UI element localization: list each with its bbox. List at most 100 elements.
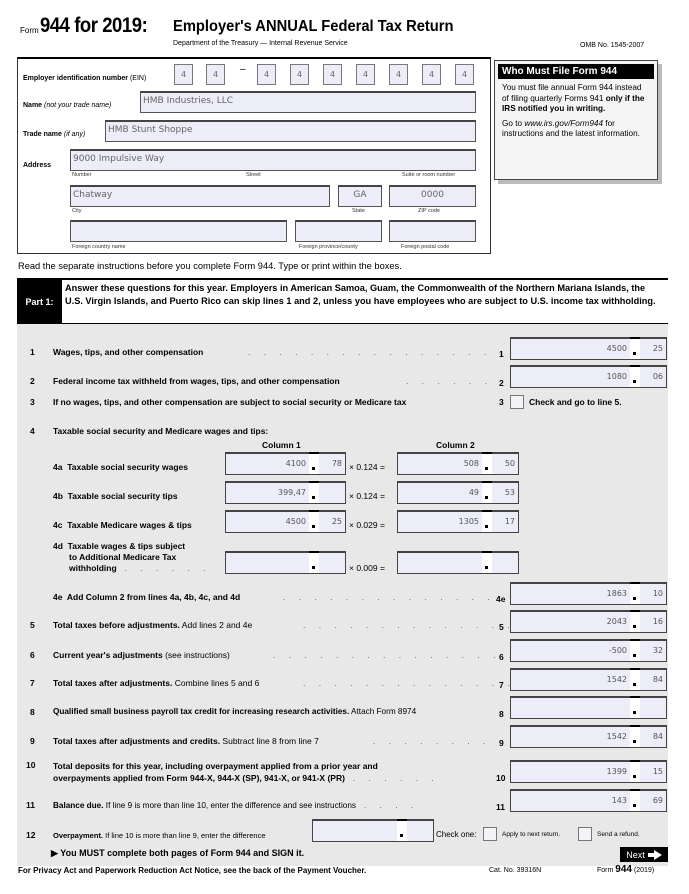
ein-digit-7[interactable]: 4 (389, 64, 408, 85)
ein-label: Employer identification number (EIN) (23, 75, 147, 82)
line4a-col1-field[interactable]: 4100 78 (225, 452, 346, 475)
line6-ref: 6 (499, 652, 504, 662)
line4e-amount-field[interactable]: 1863 10 (510, 582, 667, 605)
line3-checkbox[interactable] (510, 395, 524, 409)
line4d-multiplier: × 0.009 = (349, 563, 385, 573)
send-refund-checkbox[interactable] (578, 827, 592, 841)
line11-ref: 11 (496, 802, 505, 812)
send-refund-label: Send a refund. (597, 831, 640, 838)
line1-label: Wages, tips, and other compensation (53, 347, 204, 357)
line2-dots: . . . . . . . (406, 376, 509, 386)
line4b-col1-field[interactable]: 399,47 (225, 481, 346, 504)
line1-number: 1 (30, 347, 35, 357)
line9-amount-field[interactable]: 1542 84 (510, 725, 667, 748)
line2-label: Federal income tax withheld from wages, … (53, 376, 340, 386)
line4e-dots: . . . . . . . . . . . . . . . . (283, 592, 527, 602)
form-number: 944 for 2019: (40, 14, 148, 37)
line4b-col2-field[interactable]: 49 53 (397, 481, 519, 504)
line11-label: Balance due. If line 9 is more than line… (53, 800, 419, 810)
ein-digit-5[interactable]: 4 (323, 64, 342, 85)
line10-label: Total deposits for this year, including … (53, 761, 440, 783)
apply-next-return-checkbox[interactable] (483, 827, 497, 841)
ein-dash: – (240, 64, 246, 75)
foreign-country-field[interactable] (70, 220, 287, 242)
name-label: Name (not your trade name) (23, 102, 112, 109)
ein-digit-9[interactable]: 4 (455, 64, 474, 85)
form-label: Form (20, 26, 39, 35)
line9-label: Total taxes after adjustments and credit… (53, 736, 319, 746)
line6-label: Current year's adjustments (see instruct… (53, 650, 230, 660)
part1-text: Answer these questions for this year. Em… (65, 283, 656, 306)
line7-amount-field[interactable]: 1542 84 (510, 668, 667, 691)
next-button[interactable]: Next (620, 847, 668, 862)
name-field[interactable]: HMB Industries, LLC (140, 91, 476, 113)
ein-digit-8[interactable]: 4 (422, 64, 441, 85)
line9-dots: . . . . . . . . (373, 736, 491, 746)
line4-label: Taxable social security and Medicare wag… (53, 426, 269, 436)
line12-label: Overpayment. If line 10 is more than lin… (53, 831, 266, 840)
line2-ref: 2 (499, 378, 504, 388)
line5-label: Total taxes before adjustments. Add line… (53, 620, 253, 630)
line4d-col1-field[interactable] (225, 551, 346, 574)
line12-amount-field[interactable] (312, 819, 434, 842)
who-must-file-text: You must file annual Form 944 instead of… (502, 83, 645, 113)
column1-header: Column 1 (262, 440, 301, 450)
department: Department of the Treasury — Internal Re… (173, 40, 348, 47)
street-field[interactable]: 9000 Impulsive Way (70, 149, 476, 171)
line4c-col2-field[interactable]: 1305 17 (397, 510, 519, 533)
read-instructions-note: Read the separate instructions before yo… (18, 261, 402, 271)
line4d-col2-field[interactable] (397, 551, 519, 574)
ein-digit-6[interactable]: 4 (356, 64, 375, 85)
line1-amount-field[interactable]: 4500 25 (510, 337, 667, 360)
line5-ref: 5 (499, 622, 504, 632)
line4a-col2-field[interactable]: 508 50 (397, 452, 519, 475)
line2-amount-field[interactable]: 1080 06 (510, 365, 667, 388)
line4a-multiplier: × 0.124 = (349, 462, 385, 472)
trade-name-label: Trade name (if any) (23, 131, 86, 138)
line4c-label: 4c Taxable Medicare wages & tips (53, 520, 192, 530)
line8-number: 8 (30, 707, 35, 717)
privacy-notice: For Privacy Act and Paperwork Reduction … (18, 866, 367, 875)
line3-number: 3 (30, 397, 35, 407)
ein-digit-3[interactable]: 4 (257, 64, 276, 85)
ein-digit-4[interactable]: 4 (290, 64, 309, 85)
line9-number: 9 (30, 736, 35, 746)
column2-header: Column 2 (436, 440, 475, 450)
state-field[interactable]: GA (338, 185, 382, 207)
foreign-postal-field[interactable] (389, 220, 476, 242)
foreign-province-field[interactable] (295, 220, 382, 242)
catalog-number: Cat. No. 39316N (489, 867, 542, 874)
line11-number: 11 (26, 800, 35, 810)
line2-number: 2 (30, 376, 35, 386)
number-caption: Number (72, 172, 92, 178)
part1-label: Part 1: (17, 280, 62, 324)
who-must-file-title: Who Must File Form 944 (498, 64, 654, 79)
line3-check-label: Check and go to line 5. (529, 397, 622, 407)
line6-number: 6 (30, 650, 35, 660)
line6-amount-field[interactable]: -500 32 (510, 639, 667, 662)
line11-amount-field[interactable]: 143 69 (510, 789, 667, 812)
foreign-province-caption: Foreign province/county (299, 244, 358, 250)
ein-digit-1[interactable]: 4 (174, 64, 193, 85)
line10-amount-field[interactable]: 1399 15 (510, 760, 667, 783)
line7-number: 7 (30, 678, 35, 688)
city-field[interactable]: Chatway (70, 185, 330, 207)
address-label: Address (23, 162, 52, 169)
line5-dots: . . . . . . . . . . . . . . . (303, 620, 531, 630)
line5-amount-field[interactable]: 2043 16 (510, 610, 667, 633)
line6-dots: . . . . . . . . . . . . . . . . . (273, 650, 533, 660)
line8-amount-field[interactable] (510, 696, 667, 719)
city-caption: City (72, 208, 82, 214)
line4c-col1-field[interactable]: 4500 25 (225, 510, 346, 533)
line5-number: 5 (30, 620, 35, 630)
suite-caption: Suite or room number (402, 172, 456, 178)
trade-name-field[interactable]: HMB Stunt Shoppe (105, 120, 476, 142)
street-caption: Street (246, 172, 261, 178)
zip-field[interactable]: 0000 (389, 185, 476, 207)
line3-label: If no wages, tips, and other compensatio… (53, 397, 407, 407)
line4b-multiplier: × 0.124 = (349, 491, 385, 501)
irs-link[interactable]: www.irs.gov/Form944 (524, 119, 603, 128)
line12-number: 12 (26, 830, 36, 840)
ein-digit-2[interactable]: 4 (206, 64, 225, 85)
foreign-country-caption: Foreign country name (72, 244, 126, 250)
